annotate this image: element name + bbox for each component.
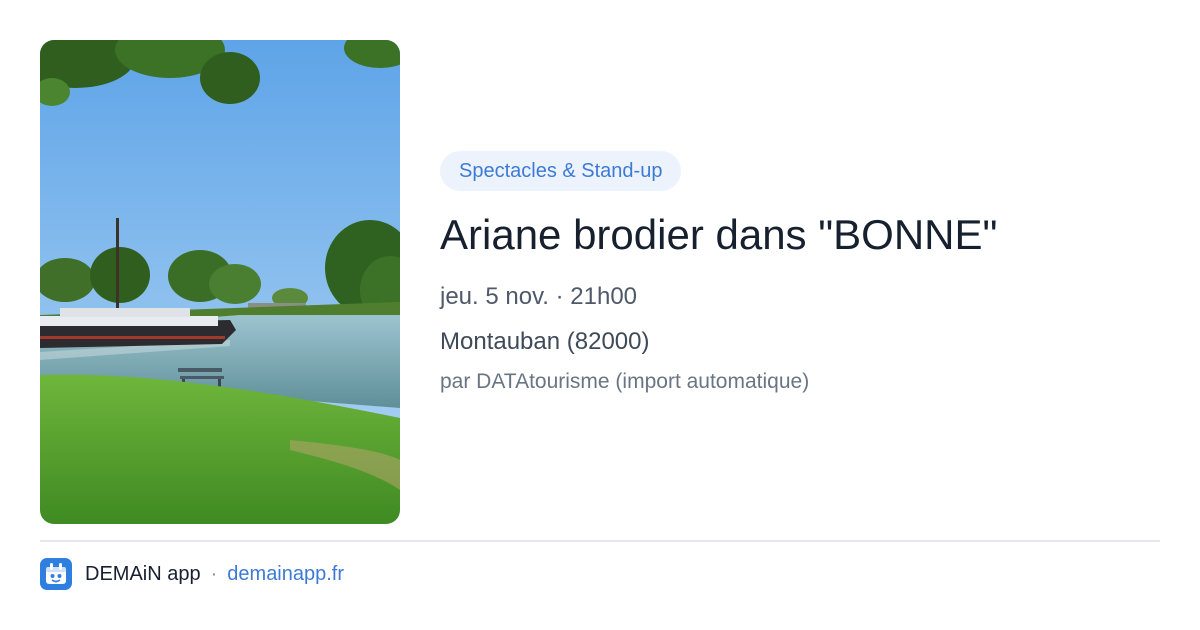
category-tag[interactable]: Spectacles & Stand-up (440, 151, 682, 191)
event-datetime: jeu. 5 nov. · 21h00 (440, 283, 638, 310)
event-organizer: par DATAtourisme (import automatique) (440, 370, 810, 393)
footer-divider (40, 540, 1160, 542)
app-name: DEMAiN app (85, 562, 201, 585)
canal-landscape-photo (40, 40, 400, 524)
event-title: Ariane brodier dans "BONNE" (440, 211, 998, 258)
event-info: Spectacles & Stand-up Ariane brodier dan… (440, 151, 1160, 395)
event-photo (40, 40, 400, 524)
event-location: Montauban (82000) (440, 328, 650, 355)
footer-separator: · (210, 562, 218, 585)
demain-app-icon (40, 558, 72, 590)
app-footer: DEMAiN app · demainapp.fr (40, 558, 344, 590)
app-url-link[interactable]: demainapp.fr (227, 563, 344, 586)
